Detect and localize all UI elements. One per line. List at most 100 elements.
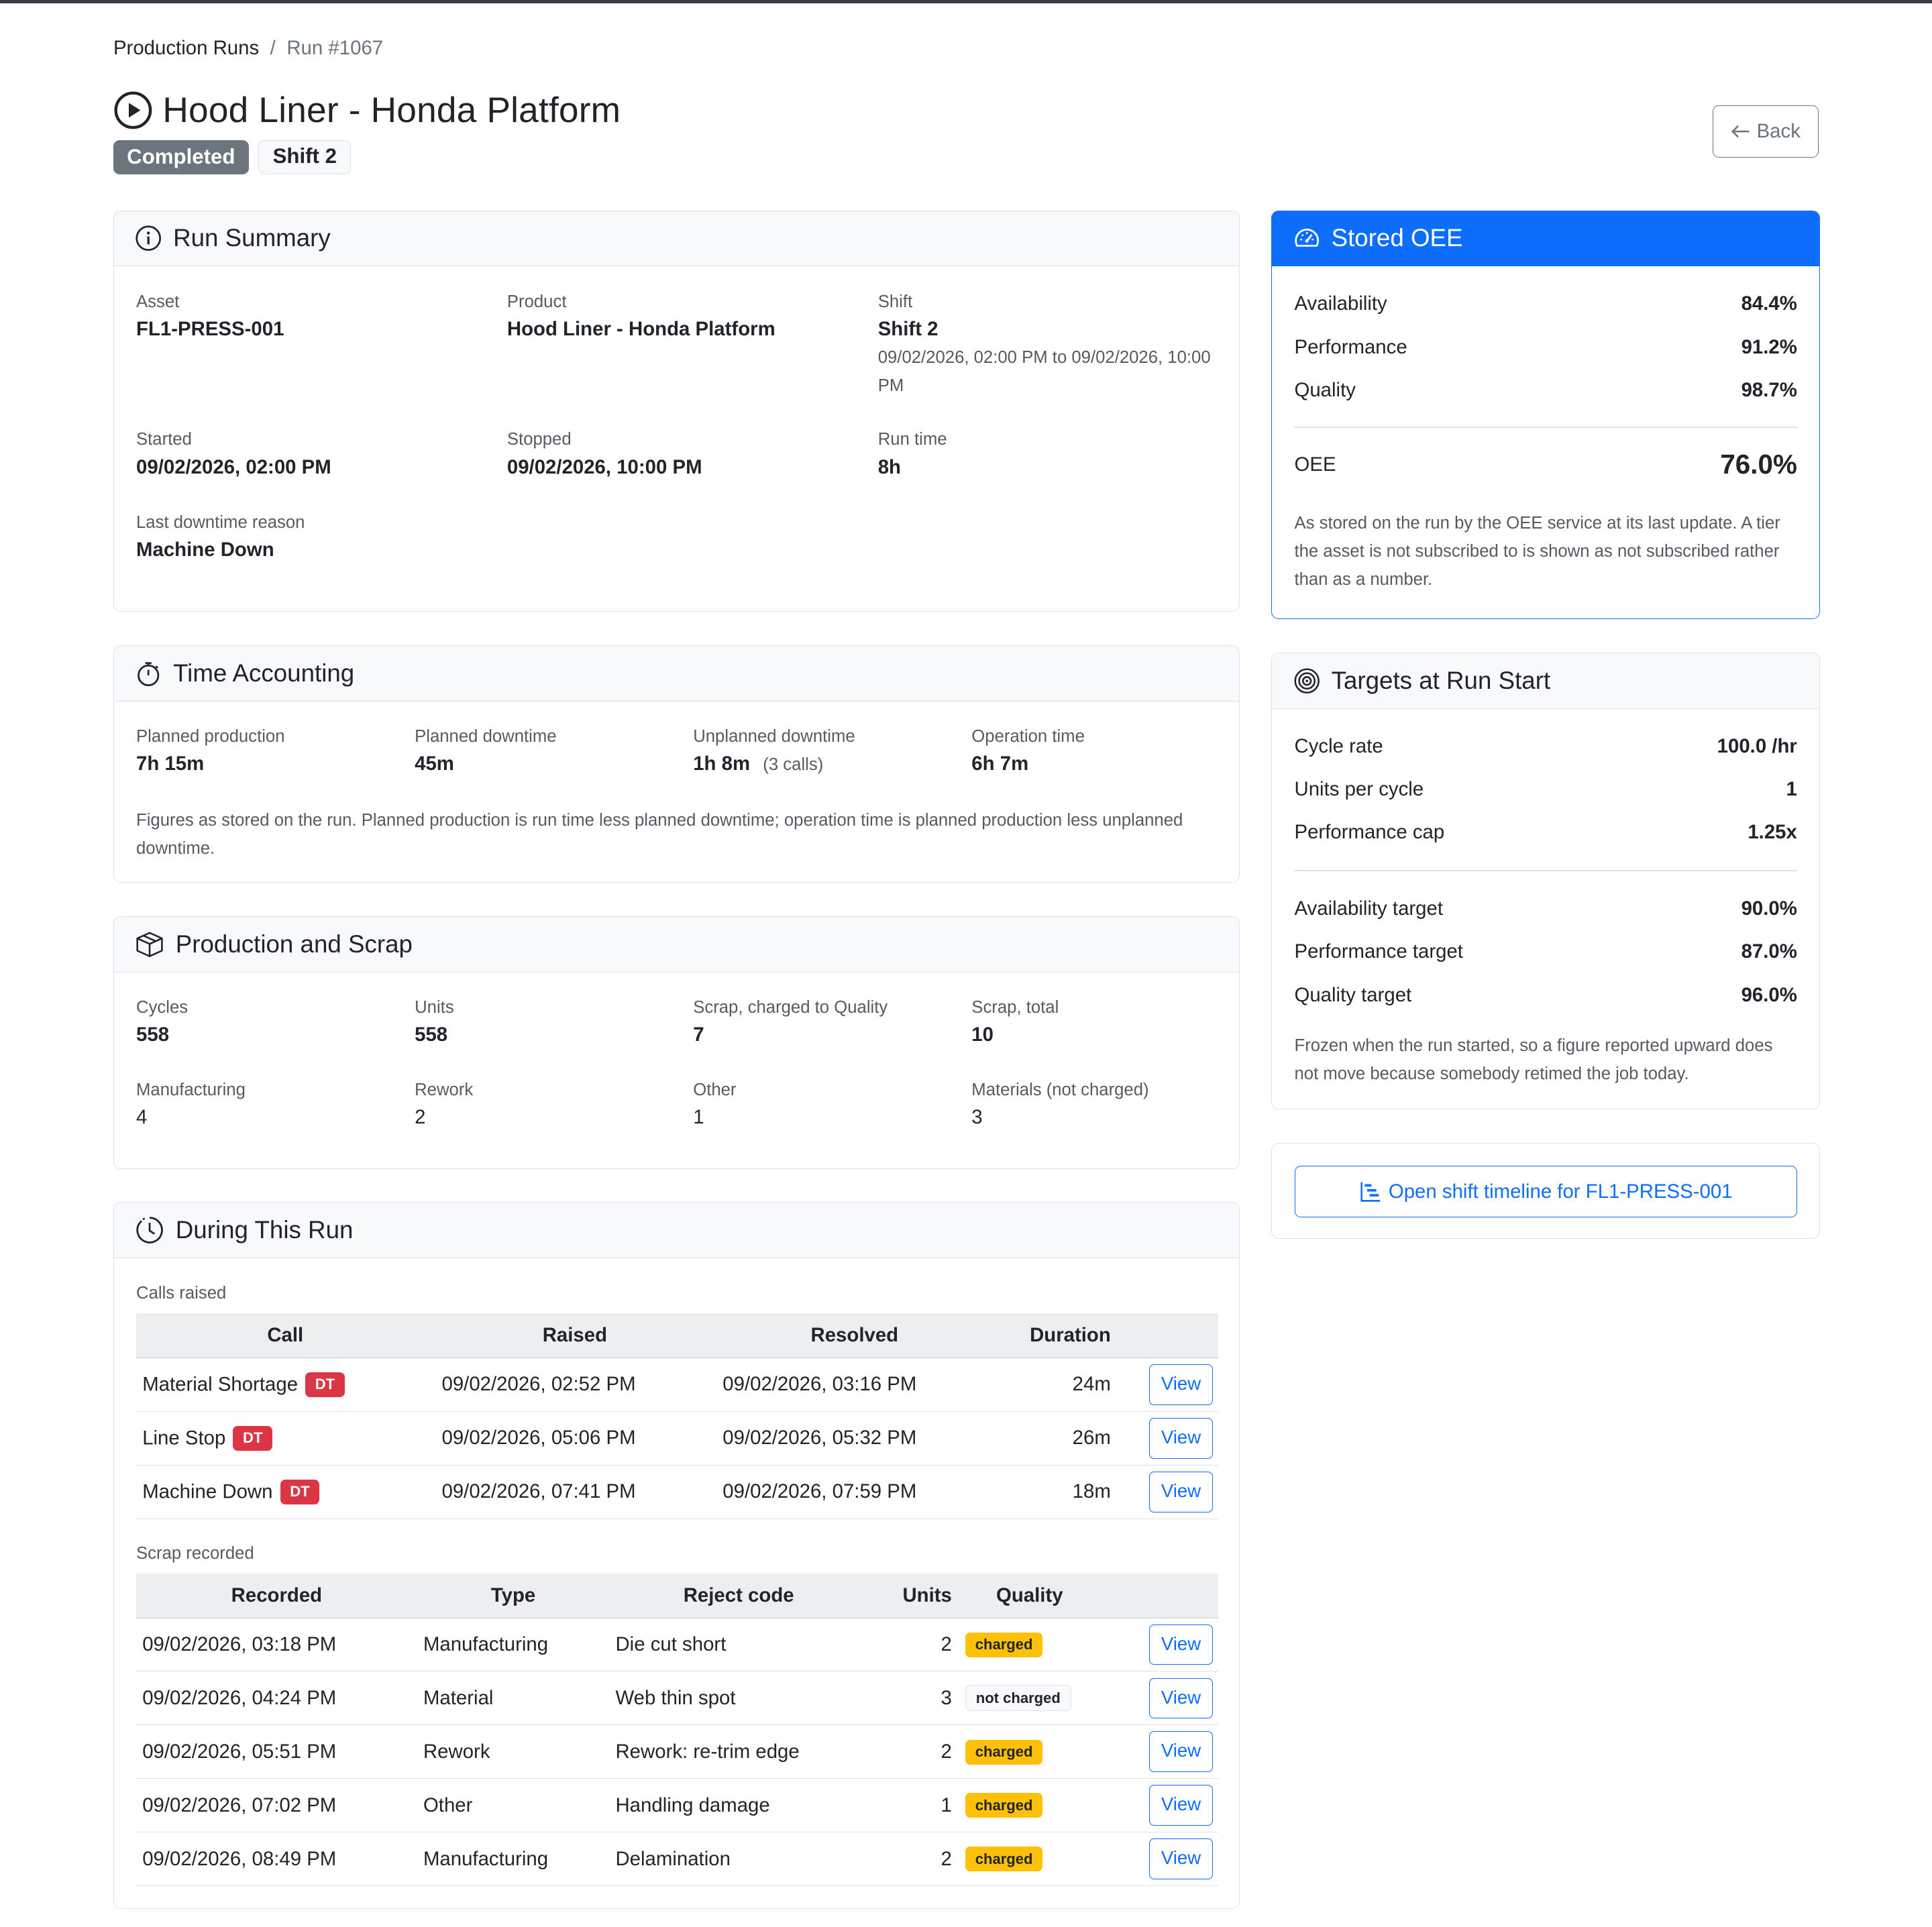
view-button[interactable]: View: [1148, 1624, 1214, 1665]
timeline-icon: [1359, 1180, 1381, 1203]
other-field: Other 1: [693, 1081, 736, 1129]
performance-target-value: 87.0%: [1741, 940, 1797, 963]
units-cell: 3: [868, 1671, 959, 1726]
type-cell: Manufacturing: [417, 1618, 610, 1672]
quality-target-value: 96.0%: [1741, 983, 1797, 1006]
units-per-cycle-label: Units per cycle: [1294, 777, 1424, 800]
operation-time-field: Operation time 6h 7m: [971, 727, 1085, 775]
breadcrumb-parent-link[interactable]: Production Runs: [113, 37, 259, 60]
units-cell: 1: [868, 1778, 959, 1833]
performance-cap-row: Performance cap 1.25x: [1295, 811, 1797, 854]
units-cell: 2: [868, 1724, 959, 1779]
table-row: 09/02/2026, 04:24 PM Material Web thin s…: [136, 1671, 1218, 1726]
materials-field: Materials (not charged) 3: [971, 1081, 1148, 1129]
view-button[interactable]: View: [1148, 1418, 1214, 1459]
column-header[interactable]: Reject code: [609, 1573, 868, 1618]
action-cell: View: [1120, 1411, 1218, 1466]
targets-title: Targets at Run Start: [1331, 666, 1551, 694]
reject-code-cell: Die cut short: [609, 1618, 868, 1672]
planned-production-label: Planned production: [136, 727, 285, 747]
play-circle-icon: [113, 91, 153, 130]
time-accounting-header: Time Accounting: [113, 645, 1239, 702]
product-label: Product: [506, 292, 567, 311]
charged-badge: charged: [965, 1847, 1043, 1872]
operation-time-value: 6h 7m: [971, 753, 1029, 775]
view-button[interactable]: View: [1148, 1677, 1214, 1719]
scrap-quality-field: Scrap, charged to Quality 7: [693, 998, 888, 1046]
raised-cell: 09/02/2026, 05:06 PM: [434, 1411, 716, 1466]
units-value: 558: [415, 1024, 448, 1046]
stopped-label: Stopped: [506, 430, 572, 449]
units-cell: 2: [868, 1832, 959, 1887]
column-header[interactable]: Raised: [434, 1313, 716, 1358]
shift-field: Shift Shift 2 09/02/2026, 02:00 PM to 09…: [878, 292, 1211, 400]
view-button[interactable]: View: [1148, 1838, 1214, 1879]
reject-code-cell: Rework: re-trim edge: [609, 1724, 868, 1779]
units-cell: 2: [868, 1618, 959, 1672]
downtime-reason-field: Last downtime reason Machine Down: [136, 513, 305, 561]
shift-badge: Shift 2: [258, 140, 352, 174]
calls-section-label: Calls raised: [136, 1284, 227, 1303]
targets-list: Cycle rate 100.0 /hr Units per cycle 1 Per…: [1294, 724, 1797, 1088]
column-header[interactable]: Duration: [994, 1313, 1121, 1358]
view-button[interactable]: View: [1148, 1471, 1214, 1512]
recorded-cell: 09/02/2026, 04:24 PM: [136, 1671, 417, 1726]
quality-cell: charged: [959, 1832, 1108, 1887]
product-field: Product Hood Liner - Honda Platform: [507, 292, 775, 341]
view-button[interactable]: View: [1148, 1731, 1214, 1773]
open-shift-timeline-button[interactable]: Open shift timeline for FL1-PRESS-001: [1294, 1165, 1797, 1218]
table-row: Material Shortage DT 09/02/2026, 02:52 PM…: [136, 1358, 1218, 1412]
downtime-reason-label: Last downtime reason: [136, 512, 305, 532]
view-button[interactable]: View: [1148, 1785, 1214, 1826]
action-cell: View: [1107, 1832, 1218, 1887]
column-header[interactable]: Call: [136, 1313, 435, 1358]
cycle-rate-row: Cycle rate 100.0 /hr: [1295, 724, 1797, 767]
table-row: Machine Down DT 09/02/2026, 07:41 PM 09/0…: [136, 1465, 1218, 1519]
status-badge: Completed: [113, 140, 249, 174]
back-button[interactable]: Back: [1713, 105, 1819, 158]
availability-row: Availability 84.4%: [1295, 282, 1797, 325]
scrap-quality-value: 7: [693, 1024, 704, 1046]
column-header[interactable]: Resolved: [715, 1313, 994, 1358]
charged-badge: charged: [965, 1793, 1043, 1818]
run-summary-card: Run Summary Asset FL1-PRESS-001 Product …: [113, 210, 1240, 612]
column-header[interactable]: Quality: [959, 1573, 1108, 1618]
calls-header-row: Call Raised Resolved Duration: [136, 1313, 1218, 1358]
quality-cell: charged: [959, 1618, 1108, 1672]
calls-table: Call Raised Resolved Duration Material S…: [136, 1313, 1218, 1519]
units-per-cycle-row: Units per cycle 1: [1295, 768, 1797, 811]
availability-target-label: Availability target: [1294, 897, 1444, 920]
view-button[interactable]: View: [1148, 1364, 1214, 1405]
raised-cell: 09/02/2026, 07:41 PM: [434, 1465, 716, 1519]
call-name: Machine Down: [142, 1480, 273, 1503]
reject-code-cell: Web thin spot: [609, 1671, 868, 1726]
breadcrumb: Production Runs / Run #1067: [113, 37, 383, 60]
asset-field: Asset FL1-PRESS-001: [136, 292, 284, 341]
action-cell: View: [1107, 1618, 1218, 1672]
unplanned-downtime-field: Unplanned downtime 1h 8m (3 calls): [693, 727, 855, 775]
table-row: Line Stop DT 09/02/2026, 05:06 PM 09/02/2…: [136, 1411, 1218, 1466]
units-label: Units: [415, 998, 454, 1017]
arrow-left-icon: [1731, 124, 1750, 139]
time-accounting-note: Figures as stored on the run. Planned pr…: [136, 810, 1183, 858]
column-header[interactable]: Units: [868, 1573, 959, 1618]
quality-row: Quality 98.7%: [1295, 369, 1797, 412]
availability-target-row: Availability target 90.0%: [1295, 887, 1797, 930]
action-cell: View: [1107, 1778, 1218, 1833]
availability-value: 84.4%: [1741, 292, 1797, 315]
manufacturing-value: 4: [136, 1106, 148, 1129]
during-run-title: During This Run: [175, 1215, 354, 1244]
column-header[interactable]: Recorded: [136, 1573, 417, 1618]
manufacturing-field: Manufacturing 4: [136, 1081, 246, 1129]
resolved-cell: 09/02/2026, 03:16 PM: [715, 1358, 994, 1412]
clock-icon: [135, 1215, 164, 1245]
column-header[interactable]: Type: [417, 1573, 610, 1618]
quality-label: Quality: [1294, 378, 1356, 401]
quality-cell: not charged: [959, 1671, 1108, 1726]
type-cell: Material: [417, 1671, 610, 1726]
product-value: Hood Liner - Honda Platform: [506, 317, 775, 340]
during-run-card: During This Run Calls raised Call Raised…: [113, 1202, 1240, 1910]
table-row: 09/02/2026, 05:51 PM Rework Rework: re-t…: [136, 1724, 1218, 1779]
resolved-cell: 09/02/2026, 07:59 PM: [715, 1465, 994, 1519]
stopped-field: Stopped 09/02/2026, 10:00 PM: [507, 430, 702, 478]
